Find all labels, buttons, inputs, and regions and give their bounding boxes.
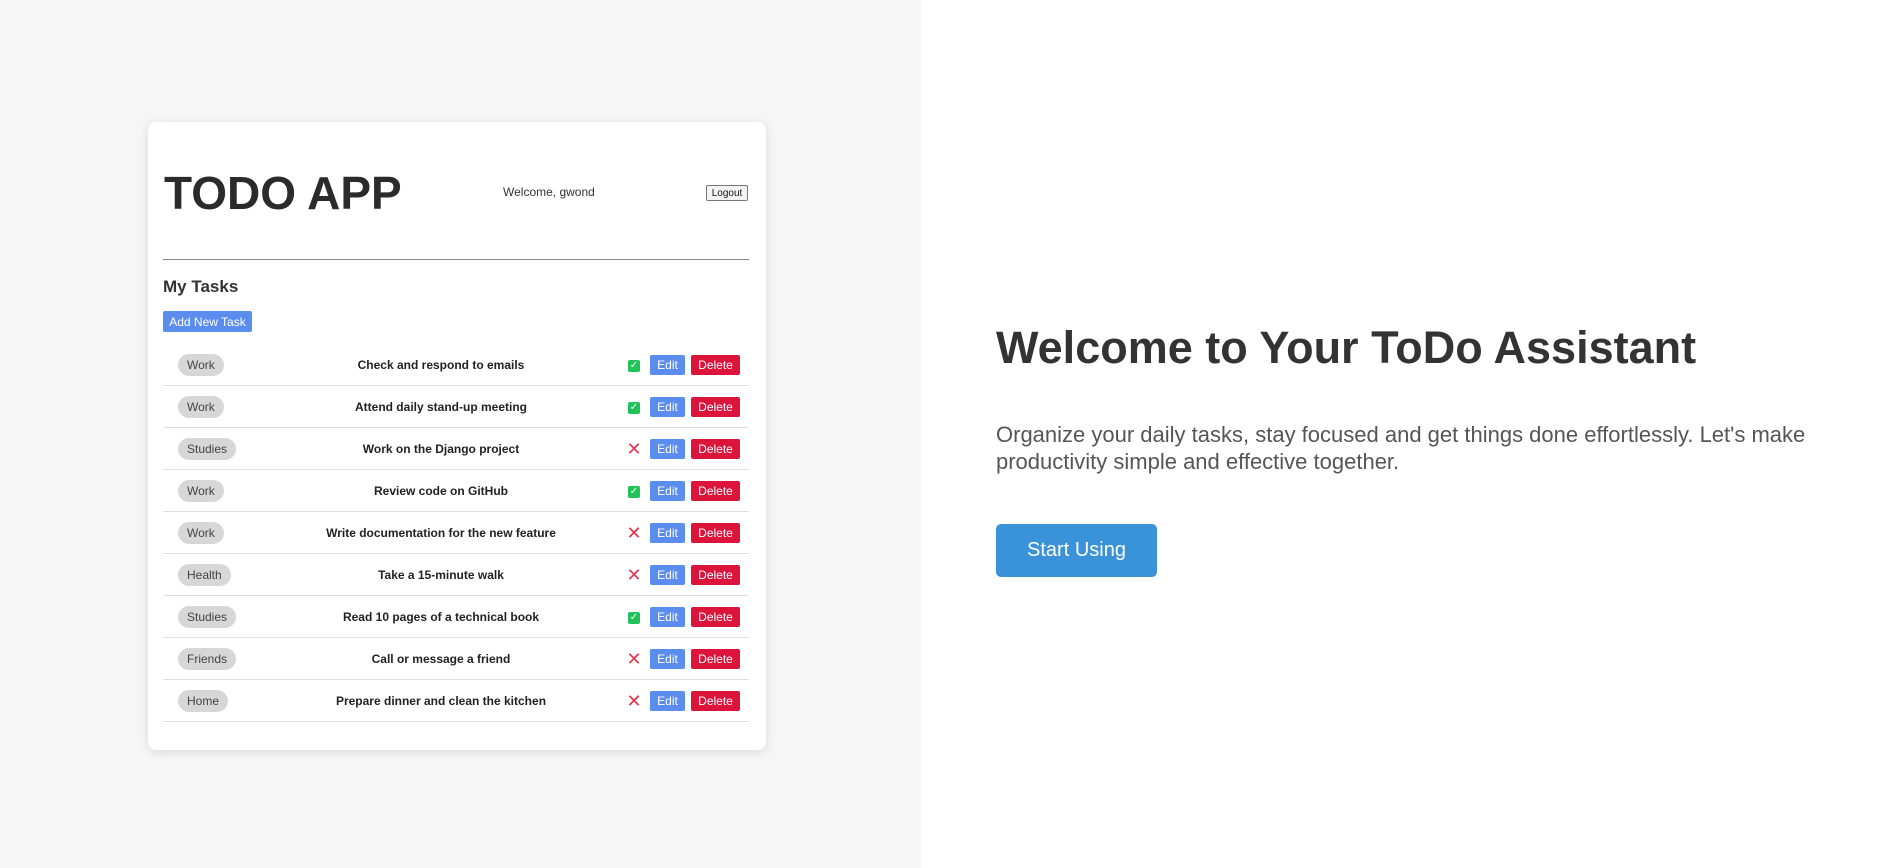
category-badge: Health — [178, 564, 231, 586]
app-title: TODO APP — [164, 167, 402, 219]
header-divider — [163, 259, 749, 260]
cross-icon[interactable]: ✕ — [626, 692, 642, 710]
task-list: Work Check and respond to emails ✓ Edit … — [163, 344, 749, 722]
welcome-message: Welcome, gwond — [503, 185, 595, 199]
check-icon[interactable]: ✓ — [628, 486, 640, 498]
task-row: Friends Call or message a friend ✕ Edit … — [163, 638, 749, 680]
task-row: Work Check and respond to emails ✓ Edit … — [163, 344, 749, 386]
task-title: Prepare dinner and clean the kitchen — [335, 694, 547, 708]
delete-button[interactable]: Delete — [691, 355, 740, 375]
task-title: Work on the Django project — [362, 442, 520, 456]
task-title: Check and respond to emails — [357, 358, 525, 372]
check-icon[interactable]: ✓ — [628, 612, 640, 624]
task-row: Studies Read 10 pages of a technical boo… — [163, 596, 749, 638]
category-badge: Work — [178, 480, 224, 502]
start-using-button[interactable]: Start Using — [996, 524, 1157, 577]
task-title: Attend daily stand-up meeting — [354, 400, 527, 414]
task-row: Work Attend daily stand-up meeting ✓ Edi… — [163, 386, 749, 428]
hero-description: Organize your daily tasks, stay focused … — [996, 422, 1806, 474]
delete-button[interactable]: Delete — [691, 691, 740, 711]
category-badge: Home — [178, 690, 229, 712]
my-tasks-heading: My Tasks — [163, 277, 239, 296]
edit-button[interactable]: Edit — [650, 523, 685, 543]
delete-button[interactable]: Delete — [691, 565, 740, 585]
task-title: Call or message a friend — [371, 652, 511, 666]
edit-button[interactable]: Edit — [650, 649, 685, 669]
task-row: Health Take a 15-minute walk ✕ Edit Dele… — [163, 554, 749, 596]
task-row: Work Review code on GitHub ✓ Edit Delete — [163, 470, 749, 512]
delete-button[interactable]: Delete — [691, 439, 740, 459]
edit-button[interactable]: Edit — [650, 397, 685, 417]
cross-icon[interactable]: ✕ — [626, 440, 642, 458]
edit-button[interactable]: Edit — [650, 355, 685, 375]
category-badge: Studies — [178, 438, 237, 460]
edit-button[interactable]: Edit — [650, 481, 685, 501]
task-title: Take a 15-minute walk — [378, 568, 504, 582]
left-panel: TODO APP Welcome, gwond Logout My Tasks … — [0, 0, 921, 868]
delete-button[interactable]: Delete — [691, 607, 740, 627]
welcome-panel: Welcome to Your ToDo Assistant Organize … — [921, 0, 1896, 868]
delete-button[interactable]: Delete — [691, 481, 740, 501]
cross-icon[interactable]: ✕ — [626, 650, 642, 668]
task-row: Studies Work on the Django project ✕ Edi… — [163, 428, 749, 470]
edit-button[interactable]: Edit — [650, 607, 685, 627]
category-badge: Work — [178, 522, 224, 544]
task-row: Work Write documentation for the new fea… — [163, 512, 749, 554]
task-row: Home Prepare dinner and clean the kitche… — [163, 680, 749, 722]
task-title: Write documentation for the new feature — [326, 526, 556, 540]
edit-button[interactable]: Edit — [650, 565, 685, 585]
category-badge: Friends — [178, 648, 237, 670]
cross-icon[interactable]: ✕ — [626, 566, 642, 584]
task-title: Read 10 pages of a technical book — [342, 610, 540, 624]
check-icon[interactable]: ✓ — [628, 402, 640, 414]
category-badge: Work — [178, 396, 224, 418]
cross-icon[interactable]: ✕ — [626, 524, 642, 542]
hero-title: Welcome to Your ToDo Assistant — [996, 322, 1697, 373]
check-icon[interactable]: ✓ — [628, 360, 640, 372]
add-new-task-button[interactable]: Add New Task — [163, 311, 252, 332]
todo-app-card: TODO APP Welcome, gwond Logout My Tasks … — [148, 122, 766, 750]
task-title: Review code on GitHub — [373, 484, 508, 498]
delete-button[interactable]: Delete — [691, 649, 740, 669]
delete-button[interactable]: Delete — [691, 397, 740, 417]
category-badge: Work — [178, 354, 224, 376]
logout-button[interactable]: Logout — [706, 185, 748, 201]
delete-button[interactable]: Delete — [691, 523, 740, 543]
edit-button[interactable]: Edit — [650, 439, 685, 459]
category-badge: Studies — [178, 606, 237, 628]
edit-button[interactable]: Edit — [650, 691, 685, 711]
